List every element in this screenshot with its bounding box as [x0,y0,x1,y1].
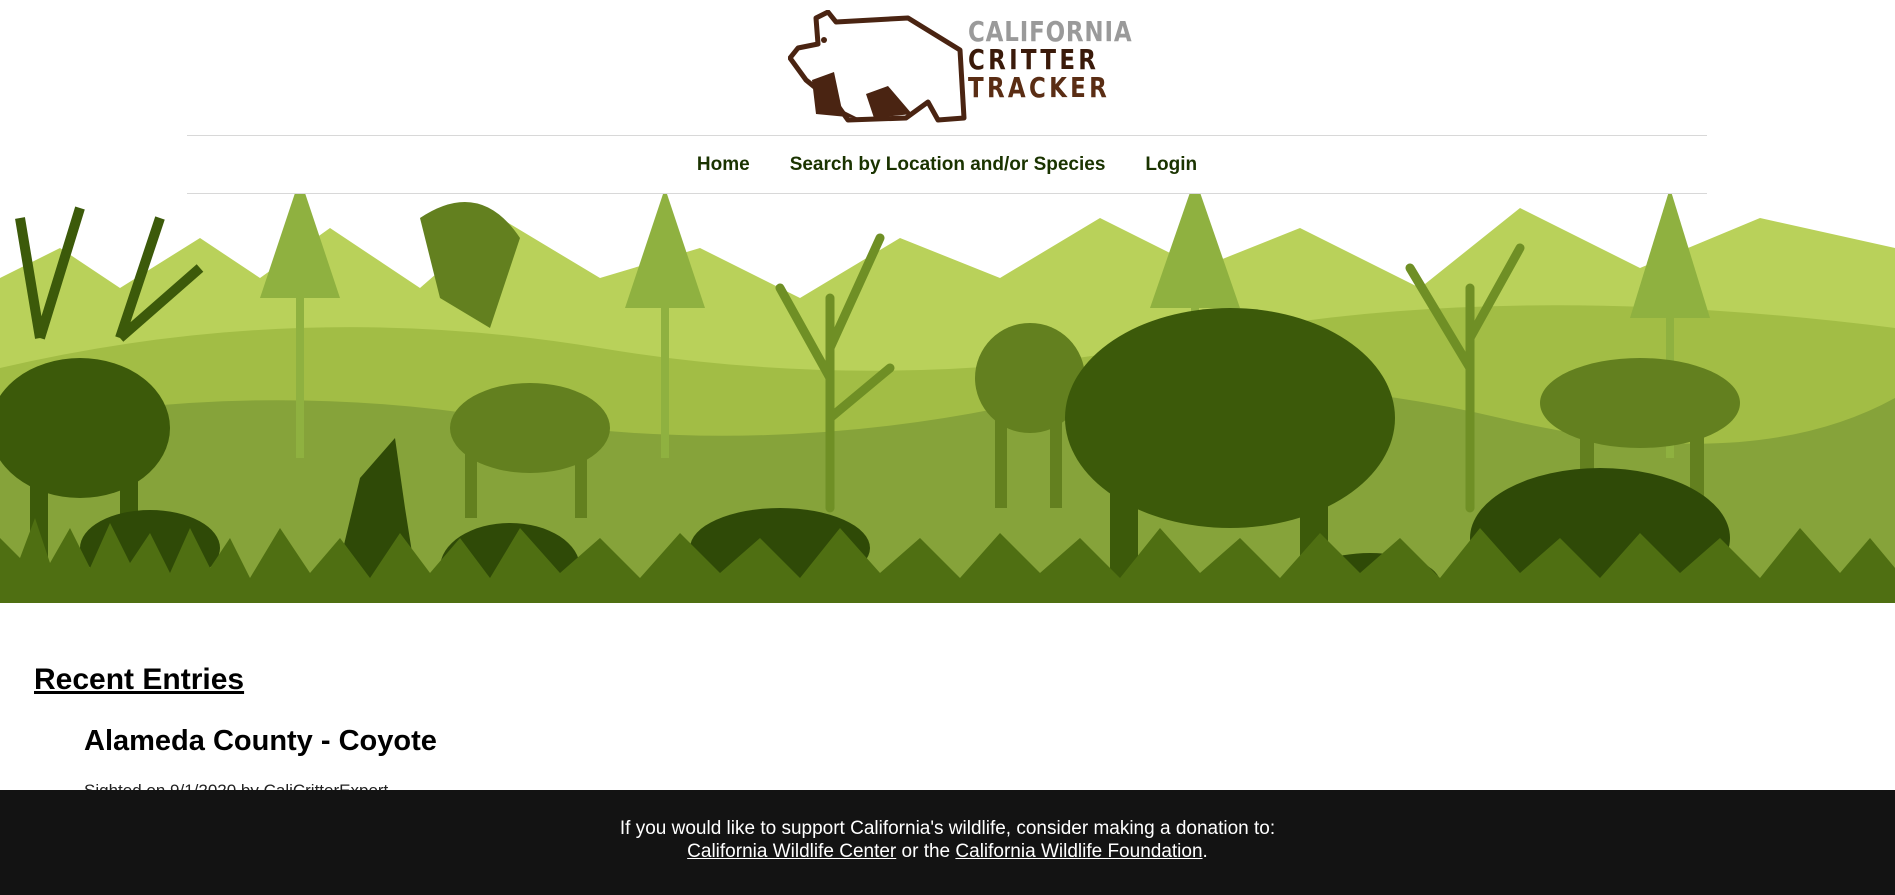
footer-text: If you would like to support California'… [619,818,1276,839]
recent-entries-heading: Recent Entries [34,663,245,696]
nav-home-link[interactable]: Home [697,154,750,176]
site-header: CALIFORNIA CRITTER TRACKER [0,0,1895,135]
logo-wordmark: CALIFORNIA CRITTER TRACKER [968,18,1169,102]
bear-logo-icon [788,10,967,123]
wildlife-forest-banner-icon [0,178,1895,613]
main-nav: Home Search by Location and/or Species L… [187,135,1707,194]
hero-banner [0,178,1895,613]
main-content: Recent Entries Alameda County - Coyote S… [0,603,1895,800]
nav-search-link[interactable]: Search by Location and/or Species [790,154,1106,176]
logo-line-critter: CRITTER [968,43,1100,76]
logo-line-tracker: TRACKER [968,71,1111,104]
footer-or-text: or the [901,841,951,862]
entry-title[interactable]: Alameda County - Coyote [84,725,437,758]
footer-links-line: California Wildlife Center or the Califo… [0,840,1895,863]
donation-footer: If you would like to support California'… [0,790,1895,895]
logo-line-california: CALIFORNIA [968,15,1133,48]
nav-login-link[interactable]: Login [1145,154,1197,176]
site-logo[interactable]: CALIFORNIA CRITTER TRACKER [788,10,1132,125]
california-wildlife-foundation-link[interactable]: California Wildlife Foundation [955,841,1202,862]
california-wildlife-center-link[interactable]: California Wildlife Center [687,841,896,862]
footer-period: . [1202,841,1208,862]
